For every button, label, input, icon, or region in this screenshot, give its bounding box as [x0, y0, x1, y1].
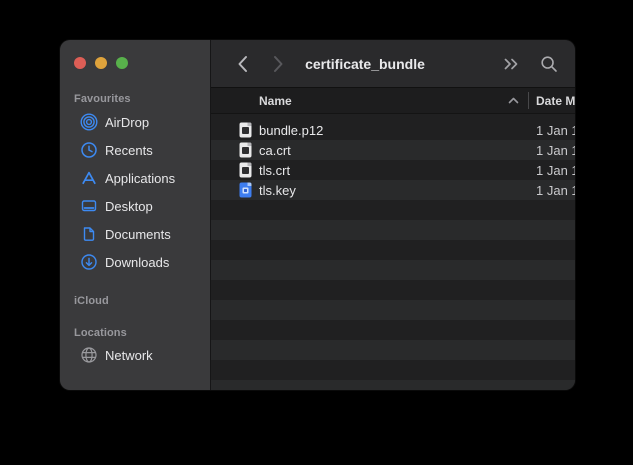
- file-name: tls.crt: [259, 163, 290, 178]
- file-date: 1 Jan 19: [536, 163, 575, 178]
- desktop-icon: [79, 197, 98, 216]
- certificate-file-icon: [238, 122, 252, 138]
- sidebar: Favourites AirDrop Recents: [60, 40, 210, 390]
- more-toolbar-items-button[interactable]: [499, 51, 523, 77]
- sidebar-item-label: Recents: [105, 143, 153, 158]
- column-divider[interactable]: [528, 92, 529, 109]
- file-date: 1 Jan 19: [536, 183, 575, 198]
- file-name: bundle.p12: [259, 123, 323, 138]
- sidebar-item-airdrop[interactable]: AirDrop: [66, 108, 204, 136]
- sidebar-section-favourites: Favourites: [74, 93, 210, 105]
- double-chevron-icon: [503, 57, 520, 71]
- globe-icon: [79, 346, 98, 365]
- zoom-button[interactable]: [116, 57, 128, 69]
- certificate-file-icon: [238, 162, 252, 178]
- column-header-date[interactable]: Date Mo: [536, 94, 575, 108]
- airdrop-icon: [79, 113, 98, 132]
- file-list: bundle.p12 1 Jan 19 ca.crt 1 Jan 19: [211, 114, 575, 390]
- sidebar-item-recents[interactable]: Recents: [66, 136, 204, 164]
- document-icon: [79, 225, 98, 244]
- content-pane: certificate_bundle Name: [210, 40, 575, 390]
- column-header-name[interactable]: Name: [259, 94, 292, 108]
- sidebar-item-label: Documents: [105, 227, 171, 242]
- file-name: ca.crt: [259, 143, 291, 158]
- sidebar-section-icloud: iCloud: [74, 295, 210, 307]
- back-button[interactable]: [231, 51, 253, 77]
- window-controls: [60, 40, 210, 69]
- forward-button[interactable]: [267, 51, 289, 77]
- file-date: 1 Jan 19: [536, 143, 575, 158]
- sidebar-item-label: AirDrop: [105, 115, 149, 130]
- sidebar-item-label: Desktop: [105, 199, 153, 214]
- key-file-icon: [238, 182, 252, 198]
- sidebar-item-label: Network: [105, 348, 153, 363]
- file-row-tls-key[interactable]: tls.key 1 Jan 19: [211, 180, 575, 200]
- download-icon: [79, 253, 98, 272]
- toolbar: certificate_bundle: [211, 40, 575, 88]
- finder-window: Favourites AirDrop Recents: [60, 40, 575, 390]
- sidebar-item-label: Downloads: [105, 255, 169, 270]
- sidebar-section-locations: Locations: [74, 327, 210, 339]
- sidebar-item-applications[interactable]: Applications: [66, 164, 204, 192]
- list-column-headers: Name Date Mo: [211, 88, 575, 114]
- close-button[interactable]: [74, 57, 86, 69]
- clock-icon: [79, 141, 98, 160]
- sort-ascending-icon: [508, 97, 519, 104]
- file-row-tls-crt[interactable]: tls.crt 1 Jan 19: [211, 160, 575, 180]
- search-button[interactable]: [537, 51, 561, 77]
- certificate-file-icon: [238, 142, 252, 158]
- sidebar-item-documents[interactable]: Documents: [66, 220, 204, 248]
- sidebar-item-label: Applications: [105, 171, 175, 186]
- file-row-bundle-p12[interactable]: bundle.p12 1 Jan 19: [211, 120, 575, 140]
- file-name: tls.key: [259, 183, 296, 198]
- search-icon: [540, 55, 558, 73]
- minimize-button[interactable]: [95, 57, 107, 69]
- sidebar-item-downloads[interactable]: Downloads: [66, 248, 204, 276]
- file-row-ca-crt[interactable]: ca.crt 1 Jan 19: [211, 140, 575, 160]
- applications-icon: [79, 169, 98, 188]
- file-date: 1 Jan 19: [536, 123, 575, 138]
- window-title: certificate_bundle: [305, 56, 425, 72]
- sidebar-item-desktop[interactable]: Desktop: [66, 192, 204, 220]
- sidebar-item-network[interactable]: Network: [66, 341, 204, 369]
